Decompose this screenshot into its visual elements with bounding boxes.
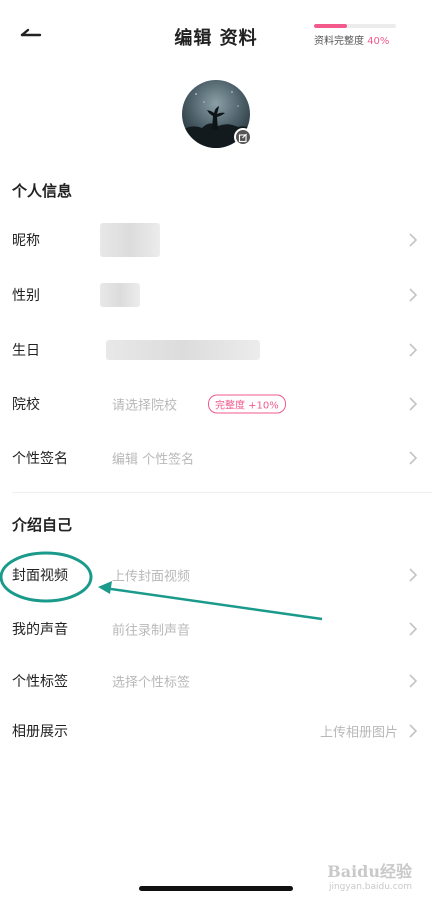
cover-video-placeholder: 上传封面视频 [112,569,191,585]
home-indicator[interactable] [139,886,293,891]
edit-icon [238,133,247,143]
chevron-right-icon [409,674,418,688]
section-title-personal-info: 个人信息 [12,182,73,200]
completeness-progress-fill [314,24,347,28]
section-title-introduce-yourself: 介绍自己 [12,516,73,534]
row-label-birthday: 生日 [12,343,40,359]
signature-placeholder: 编辑 个性签名 [112,452,195,468]
chevron-right-icon [409,288,418,302]
row-label-cover-video: 封面视频 [12,568,68,584]
row-label-signature: 个性签名 [12,451,68,467]
row-label-my-voice: 我的声音 [12,622,68,638]
completeness-text: 资料完整度 40% [314,32,396,47]
row-label-album: 相册展示 [12,724,68,740]
avatar-container[interactable] [182,80,252,148]
row-label-school: 院校 [12,397,40,413]
completeness-progress-bar [314,24,396,28]
row-signature[interactable]: 个性签名 编辑 个性签名 [0,434,432,482]
chevron-right-icon [409,451,418,465]
avatar-edit-button[interactable] [234,128,252,146]
birthday-value-redacted [106,340,260,360]
row-label-personal-tags: 个性标签 [12,674,68,690]
completeness-label: 资料完整度 [314,36,364,47]
chevron-right-icon [409,622,418,636]
album-placeholder: 上传相册图片 [319,725,398,741]
gender-value-redacted [100,283,140,307]
watermark-brand: Baidu经验 [327,862,412,881]
header: 编辑 资料 资料完整度 40% [0,0,432,70]
row-personal-tags[interactable]: 个性标签 选择个性标签 [0,657,432,705]
watermark: Baidu经验 jingyan.baidu.com [327,858,412,892]
row-my-voice[interactable]: 我的声音 前往录制声音 [0,605,432,653]
completeness-value: 40% [367,36,390,47]
chevron-right-icon [409,397,418,411]
profile-completeness: 资料完整度 40% [314,24,396,47]
row-label-gender: 性别 [12,288,40,304]
chevron-right-icon [409,568,418,582]
chevron-right-icon [409,343,418,357]
chevron-right-icon [409,233,418,247]
school-placeholder: 请选择院校 [112,398,178,414]
chevron-right-icon [409,724,418,738]
nickname-value-redacted [100,223,160,257]
row-birthday[interactable]: 生日 [0,326,432,374]
section-divider [12,492,432,493]
voice-placeholder: 前往录制声音 [112,623,191,639]
row-gender[interactable]: 性别 [0,271,432,319]
row-album[interactable]: 相册展示 上传相册图片 [0,707,432,755]
tags-placeholder: 选择个性标签 [112,675,191,691]
row-cover-video[interactable]: 封面视频 上传封面视频 [0,551,432,599]
completeness-bonus-badge: 完整度 +10% [208,394,286,414]
row-nickname[interactable]: 昵称 [0,216,432,264]
watermark-url: jingyan.baidu.com [328,882,412,892]
row-school[interactable]: 院校 请选择院校 完整度 +10% [0,380,432,428]
row-label-nickname: 昵称 [12,233,40,249]
